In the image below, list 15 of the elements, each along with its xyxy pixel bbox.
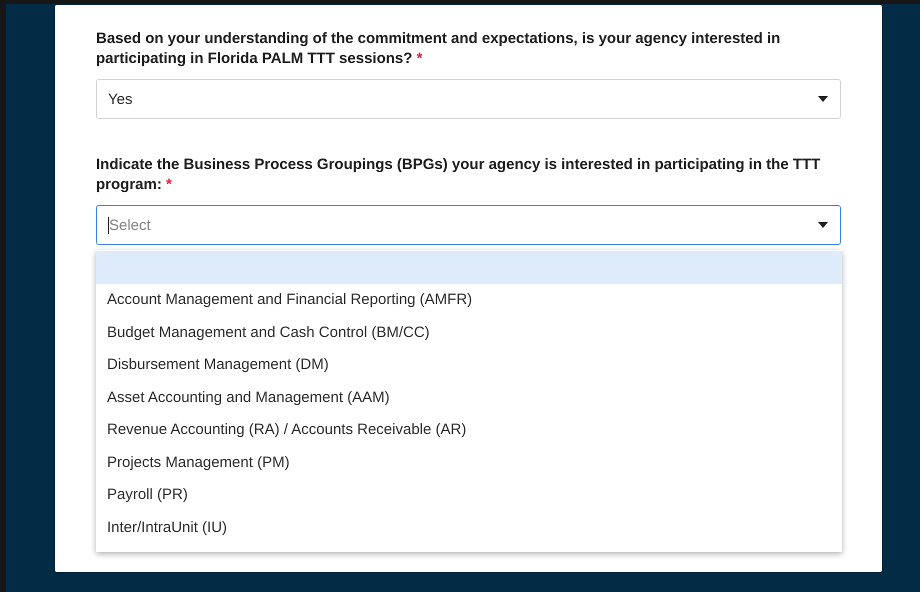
select-field[interactable]: Yes — [96, 79, 841, 119]
question-label: Based on your understanding of the commitment and expectations, is your agency interested in participating in Florida PALM TTT sessions? * — [96, 29, 782, 69]
dropdown-option[interactable]: Inter/IntraUnit (IU) — [96, 511, 842, 544]
question-label: Indicate the Business Process Groupings (BPGs) your agency is interested in participating in the TTT program: * — [96, 155, 822, 195]
select-field[interactable]: Select — [96, 205, 841, 245]
blank-option[interactable] — [96, 251, 842, 284]
dropdown-caret-icon — [818, 222, 828, 228]
dropdown-caret-icon — [818, 96, 828, 102]
dropdown-option[interactable]: Revenue Accounting (RA) / Accounts Receivable (AR) — [96, 414, 842, 446]
dropdown-option[interactable]: Account Management and Financial Reporting (AMFR) — [96, 284, 842, 316]
dropdown-option[interactable]: Payroll (PR) — [96, 478, 842, 511]
dropdown-option[interactable]: Budget Management and Cash Control (BM/CC) — [96, 316, 842, 348]
dropdown-option[interactable]: Projects Management (PM) — [96, 446, 842, 478]
dropdown-option[interactable]: Disbursement Management (DM) — [96, 348, 842, 381]
dropdown-option[interactable]: Asset Accounting and Management (AAM) — [96, 381, 842, 414]
